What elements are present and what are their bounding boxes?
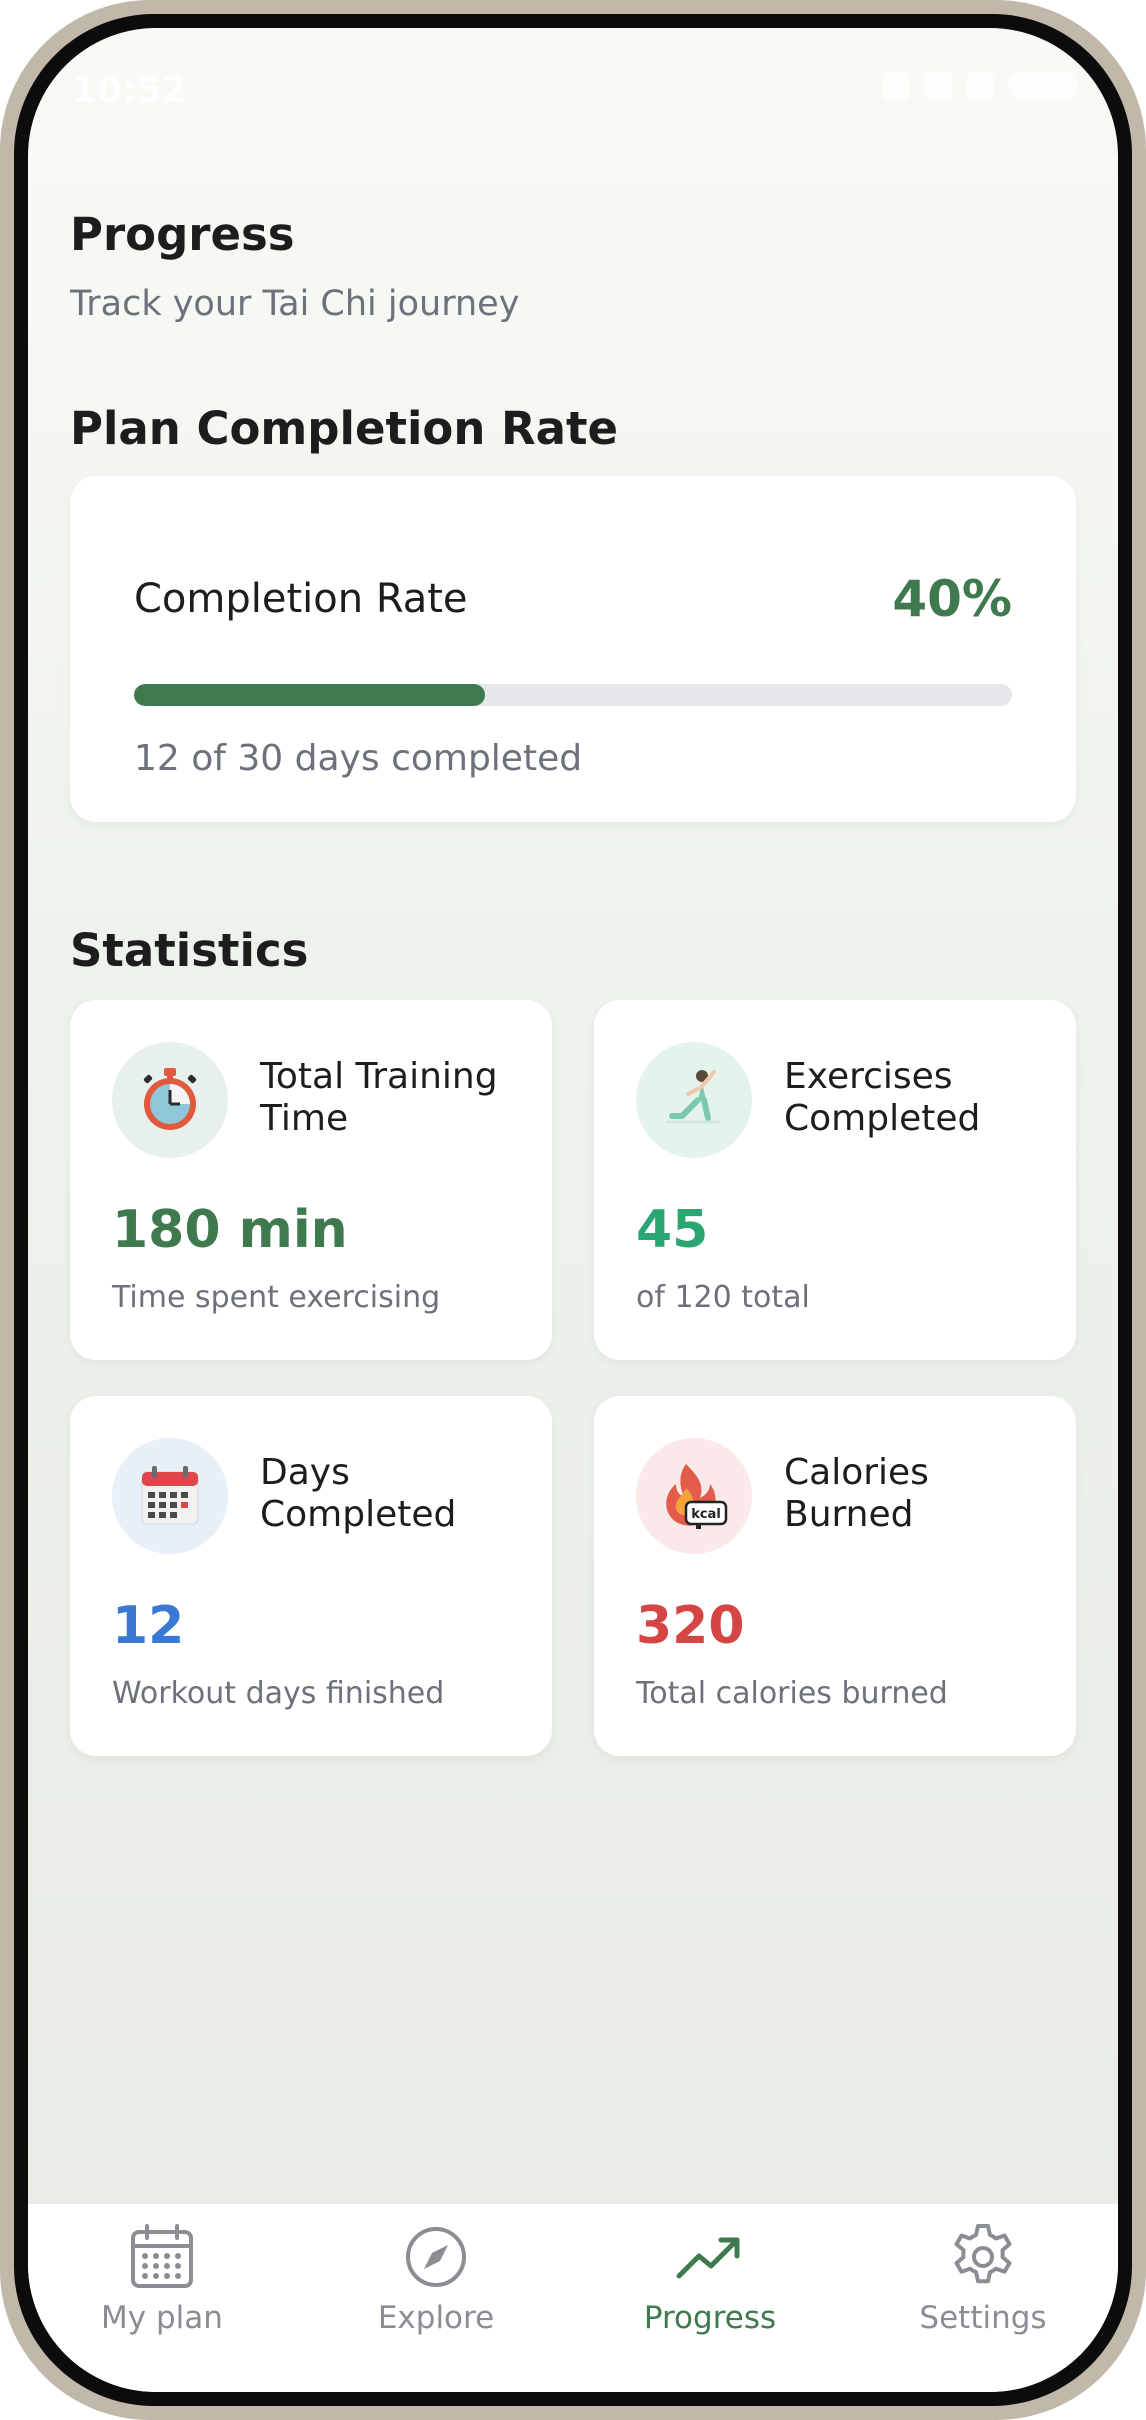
calendar-grid-icon <box>131 2224 193 2288</box>
stat-icon-wrap <box>112 1438 228 1554</box>
battery-icon <box>1008 72 1078 100</box>
status-icons <box>882 72 1078 100</box>
stat-value: 12 <box>112 1596 185 1656</box>
stat-title: Exercises Completed <box>784 1056 981 1139</box>
stat-icon-wrap: kcal <box>636 1438 752 1554</box>
stat-icon-wrap <box>112 1042 228 1158</box>
completion-progress-fill <box>134 684 486 706</box>
nav-item-settings[interactable]: Settings <box>883 2222 1083 2362</box>
stat-value: 180 min <box>112 1200 348 1260</box>
mute-icon <box>882 72 910 100</box>
stat-description: of 120 total <box>636 1280 810 1315</box>
statistics-title: Statistics <box>70 924 309 977</box>
stat-title: Days Completed <box>260 1452 457 1535</box>
stat-card-days[interactable]: Days Completed 12 Workout days finished <box>70 1396 552 1756</box>
stat-title: Calories Burned <box>784 1452 929 1535</box>
completion-days-text: 12 of 30 days completed <box>134 738 583 779</box>
nav-item-my-plan[interactable]: My plan <box>62 2222 262 2362</box>
wifi-icon <box>924 72 952 100</box>
page-subtitle: Track your Tai Chi journey <box>70 284 520 324</box>
stat-card-exercises[interactable]: Exercises Completed 45 of 120 total <box>594 1000 1076 1360</box>
kcal-icon-text: kcal <box>691 1507 721 1522</box>
stat-description: Time spent exercising <box>112 1280 441 1315</box>
nav-label: Progress <box>643 2300 777 2336</box>
phone-frame: 10:52 Progress Track your Tai Chi journe… <box>0 0 1146 2420</box>
signal-icon <box>966 72 994 100</box>
trending-up-icon <box>676 2237 740 2279</box>
gear-icon <box>954 2224 1012 2284</box>
page-title: Progress <box>70 208 295 261</box>
completion-percent: 40% <box>892 570 1012 628</box>
bottom-nav: My plan Explore Progress Settings <box>28 2203 1118 2392</box>
stat-description: Workout days finished <box>112 1676 445 1711</box>
calendar-icon <box>141 1466 199 1525</box>
stat-description: Total calories burned <box>636 1676 948 1711</box>
completion-label: Completion Rate <box>134 576 468 622</box>
nav-label: Explore <box>377 2300 495 2336</box>
completion-card: Completion Rate 40% 12 of 30 days comple… <box>70 476 1076 822</box>
nav-label: My plan <box>101 2300 223 2336</box>
compass-icon <box>406 2227 466 2287</box>
nav-item-explore[interactable]: Explore <box>336 2222 536 2362</box>
status-bar: 10:52 <box>28 28 1118 118</box>
nav-label: Settings <box>919 2300 1047 2336</box>
nav-item-progress[interactable]: Progress <box>610 2222 810 2362</box>
stat-card-calories[interactable]: kcal Calories Burned 320 Total calories … <box>594 1396 1076 1756</box>
stat-icon-wrap <box>636 1042 752 1158</box>
yoga-pose-icon <box>666 1070 720 1124</box>
stat-value: 45 <box>636 1200 709 1260</box>
kcal-flame-icon: kcal <box>666 1464 728 1529</box>
stat-value: 320 <box>636 1596 745 1656</box>
stat-card-training-time[interactable]: Total Training Time 180 min Time spent e… <box>70 1000 552 1360</box>
status-time: 10:52 <box>72 70 187 111</box>
stat-title: Total Training Time <box>260 1056 498 1139</box>
screen: 10:52 Progress Track your Tai Chi journe… <box>28 28 1118 2392</box>
plan-completion-title: Plan Completion Rate <box>70 402 619 455</box>
stopwatch-icon <box>143 1068 197 1130</box>
completion-progress-bar <box>134 684 1012 706</box>
